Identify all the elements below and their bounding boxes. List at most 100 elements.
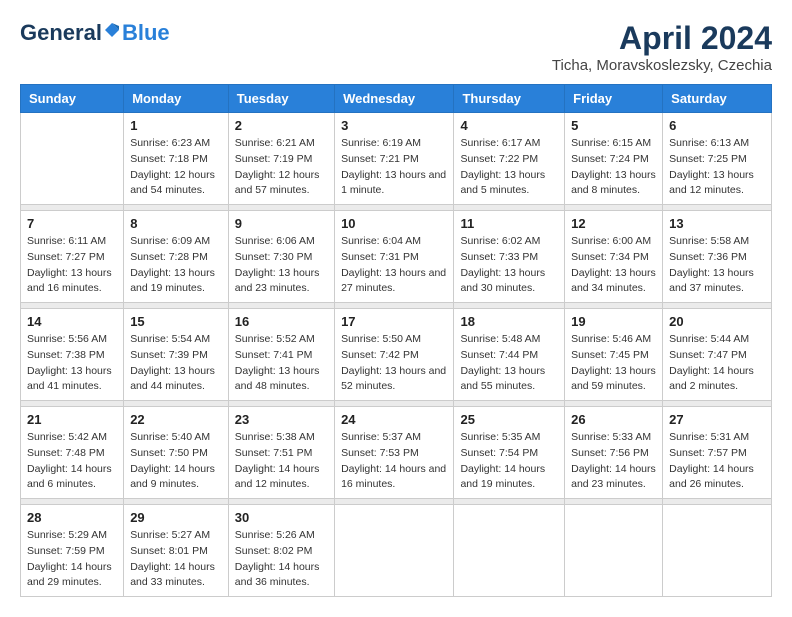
day-info: Sunrise: 5:31 AMSunset: 7:57 PMDaylight:… xyxy=(669,430,765,493)
day-number: 8 xyxy=(130,216,222,231)
calendar-day-cell: 7 Sunrise: 6:11 AMSunset: 7:27 PMDaylight… xyxy=(21,211,124,303)
day-header: Wednesday xyxy=(335,85,454,113)
calendar-week-row: 7 Sunrise: 6:11 AMSunset: 7:27 PMDaylight… xyxy=(21,211,772,303)
calendar-day-cell: 5 Sunrise: 6:15 AMSunset: 7:24 PMDaylight… xyxy=(565,113,663,205)
day-number: 27 xyxy=(669,412,765,427)
calendar-week-row: 28Sunrise: 5:29 AMSunset: 7:59 PMDayligh… xyxy=(21,505,772,597)
day-info: Sunrise: 5:54 AMSunset: 7:39 PMDaylight:… xyxy=(130,332,222,395)
day-info: Sunrise: 5:46 AMSunset: 7:45 PMDaylight:… xyxy=(571,332,656,395)
calendar-day-cell: 30 Sunrise: 5:26 AMSunset: 8:02 PMDayligh… xyxy=(228,505,334,597)
day-number: 1 xyxy=(130,118,222,133)
day-header: Thursday xyxy=(454,85,565,113)
day-number: 16 xyxy=(235,314,328,329)
logo-icon xyxy=(103,21,121,39)
calendar-day-cell: 28Sunrise: 5:29 AMSunset: 7:59 PMDayligh… xyxy=(21,505,124,597)
day-number: 14 xyxy=(27,314,117,329)
calendar-day-cell: 9Sunrise: 6:06 AMSunset: 7:30 PMDaylight… xyxy=(228,211,334,303)
calendar-day-cell: 10 Sunrise: 6:04 AMSunset: 7:31 PMDayligh… xyxy=(335,211,454,303)
day-info: Sunrise: 6:00 AMSunset: 7:34 PMDaylight:… xyxy=(571,234,656,297)
day-info: Sunrise: 5:44 AMSunset: 7:47 PMDaylight:… xyxy=(669,332,765,395)
calendar-day-cell: 17 Sunrise: 5:50 AMSunset: 7:42 PMDayligh… xyxy=(335,309,454,401)
calendar-day-cell: 25Sunrise: 5:35 AMSunset: 7:54 PMDayligh… xyxy=(454,407,565,499)
day-header: Saturday xyxy=(663,85,772,113)
day-number: 7 xyxy=(27,216,117,231)
calendar-day-cell: 4Sunrise: 6:17 AMSunset: 7:22 PMDaylight… xyxy=(454,113,565,205)
calendar-day-cell xyxy=(565,505,663,597)
day-header: Tuesday xyxy=(228,85,334,113)
calendar-day-cell: 1 Sunrise: 6:23 AMSunset: 7:18 PMDaylight… xyxy=(124,113,229,205)
calendar-day-cell: 22Sunrise: 5:40 AMSunset: 7:50 PMDayligh… xyxy=(124,407,229,499)
day-info: Sunrise: 5:27 AMSunset: 8:01 PMDaylight:… xyxy=(130,528,222,591)
day-info: Sunrise: 5:48 AMSunset: 7:44 PMDaylight:… xyxy=(460,332,558,395)
day-number: 5 xyxy=(571,118,656,133)
calendar-day-cell xyxy=(663,505,772,597)
calendar-day-cell xyxy=(335,505,454,597)
day-number: 20 xyxy=(669,314,765,329)
calendar-day-cell: 20 Sunrise: 5:44 AMSunset: 7:47 PMDayligh… xyxy=(663,309,772,401)
day-header: Friday xyxy=(565,85,663,113)
day-info: Sunrise: 5:26 AMSunset: 8:02 PMDaylight:… xyxy=(235,528,328,591)
calendar-day-cell: 24 Sunrise: 5:37 AMSunset: 7:53 PMDayligh… xyxy=(335,407,454,499)
day-number: 30 xyxy=(235,510,328,525)
logo-general: General xyxy=(20,20,102,46)
logo-text: General Blue xyxy=(20,20,170,46)
day-info: Sunrise: 6:15 AMSunset: 7:24 PMDaylight:… xyxy=(571,136,656,199)
day-number: 3 xyxy=(341,118,447,133)
calendar-day-cell: 12 Sunrise: 6:00 AMSunset: 7:34 PMDayligh… xyxy=(565,211,663,303)
day-info: Sunrise: 6:17 AMSunset: 7:22 PMDaylight:… xyxy=(460,136,558,199)
calendar-day-cell: 14Sunrise: 5:56 AMSunset: 7:38 PMDayligh… xyxy=(21,309,124,401)
logo: General Blue xyxy=(20,20,170,46)
day-info: Sunrise: 5:38 AMSunset: 7:51 PMDaylight:… xyxy=(235,430,328,493)
day-number: 23 xyxy=(235,412,328,427)
calendar-day-cell: 19 Sunrise: 5:46 AMSunset: 7:45 PMDayligh… xyxy=(565,309,663,401)
location-subtitle: Ticha, Moravskoslezsky, Czechia xyxy=(552,57,772,74)
calendar-header-row: SundayMondayTuesdayWednesdayThursdayFrid… xyxy=(21,85,772,113)
calendar-day-cell: 15Sunrise: 5:54 AMSunset: 7:39 PMDayligh… xyxy=(124,309,229,401)
calendar-week-row: 1 Sunrise: 6:23 AMSunset: 7:18 PMDaylight… xyxy=(21,113,772,205)
calendar-week-row: 14Sunrise: 5:56 AMSunset: 7:38 PMDayligh… xyxy=(21,309,772,401)
day-number: 13 xyxy=(669,216,765,231)
day-header: Sunday xyxy=(21,85,124,113)
day-number: 21 xyxy=(27,412,117,427)
day-info: Sunrise: 5:33 AMSunset: 7:56 PMDaylight:… xyxy=(571,430,656,493)
calendar-day-cell: 6Sunrise: 6:13 AMSunset: 7:25 PMDaylight… xyxy=(663,113,772,205)
title-block: April 2024 Ticha, Moravskoslezsky, Czech… xyxy=(552,20,772,74)
day-info: Sunrise: 5:52 AMSunset: 7:41 PMDaylight:… xyxy=(235,332,328,395)
day-info: Sunrise: 5:37 AMSunset: 7:53 PMDaylight:… xyxy=(341,430,447,493)
day-info: Sunrise: 6:11 AMSunset: 7:27 PMDaylight:… xyxy=(27,234,117,297)
calendar-day-cell: 13 Sunrise: 5:58 AMSunset: 7:36 PMDayligh… xyxy=(663,211,772,303)
logo-blue: Blue xyxy=(122,20,170,46)
day-number: 19 xyxy=(571,314,656,329)
calendar-day-cell xyxy=(454,505,565,597)
day-number: 28 xyxy=(27,510,117,525)
calendar-table: SundayMondayTuesdayWednesdayThursdayFrid… xyxy=(20,84,772,597)
calendar-week-row: 21 Sunrise: 5:42 AMSunset: 7:48 PMDayligh… xyxy=(21,407,772,499)
calendar-day-cell: 16 Sunrise: 5:52 AMSunset: 7:41 PMDayligh… xyxy=(228,309,334,401)
month-title: April 2024 xyxy=(552,20,772,57)
day-number: 11 xyxy=(460,216,558,231)
day-number: 10 xyxy=(341,216,447,231)
day-number: 17 xyxy=(341,314,447,329)
day-number: 12 xyxy=(571,216,656,231)
day-number: 6 xyxy=(669,118,765,133)
day-info: Sunrise: 6:04 AMSunset: 7:31 PMDaylight:… xyxy=(341,234,447,297)
day-info: Sunrise: 6:09 AMSunset: 7:28 PMDaylight:… xyxy=(130,234,222,297)
day-header: Monday xyxy=(124,85,229,113)
day-info: Sunrise: 6:02 AMSunset: 7:33 PMDaylight:… xyxy=(460,234,558,297)
day-number: 9 xyxy=(235,216,328,231)
day-number: 26 xyxy=(571,412,656,427)
calendar-day-cell: 8 Sunrise: 6:09 AMSunset: 7:28 PMDaylight… xyxy=(124,211,229,303)
day-number: 18 xyxy=(460,314,558,329)
day-info: Sunrise: 5:50 AMSunset: 7:42 PMDaylight:… xyxy=(341,332,447,395)
day-info: Sunrise: 5:42 AMSunset: 7:48 PMDaylight:… xyxy=(27,430,117,493)
day-info: Sunrise: 6:23 AMSunset: 7:18 PMDaylight:… xyxy=(130,136,222,199)
day-info: Sunrise: 5:58 AMSunset: 7:36 PMDaylight:… xyxy=(669,234,765,297)
day-number: 25 xyxy=(460,412,558,427)
day-info: Sunrise: 6:19 AMSunset: 7:21 PMDaylight:… xyxy=(341,136,447,199)
day-number: 24 xyxy=(341,412,447,427)
calendar-day-cell: 23 Sunrise: 5:38 AMSunset: 7:51 PMDayligh… xyxy=(228,407,334,499)
calendar-day-cell: 18 Sunrise: 5:48 AMSunset: 7:44 PMDayligh… xyxy=(454,309,565,401)
calendar-day-cell xyxy=(21,113,124,205)
day-number: 22 xyxy=(130,412,222,427)
day-info: Sunrise: 6:21 AMSunset: 7:19 PMDaylight:… xyxy=(235,136,328,199)
